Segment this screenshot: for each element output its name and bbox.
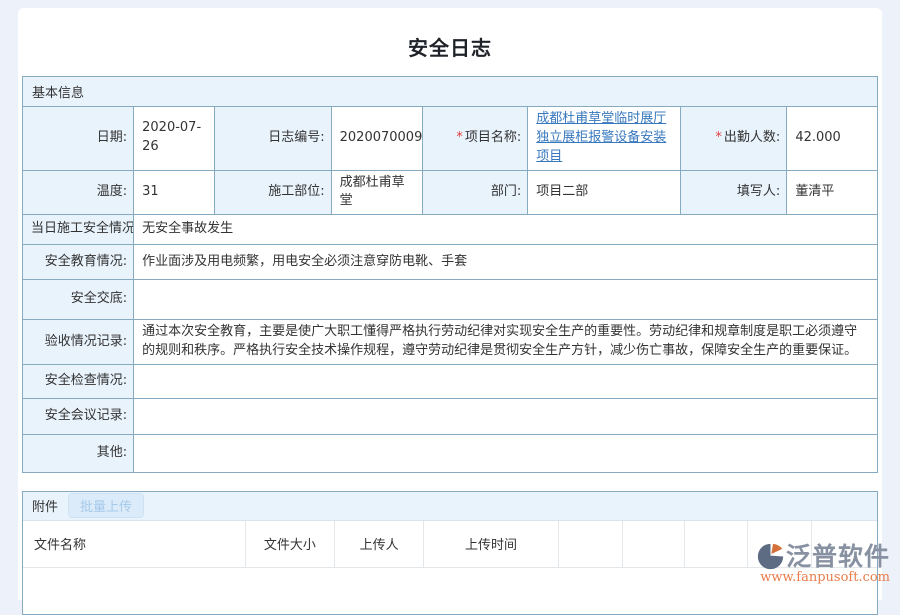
field-value-safety-education: 作业面涉及用电频繁，用电安全必须注意穿防电靴、手套: [134, 245, 878, 280]
field-label-attendance: *出勤人数:: [681, 107, 787, 171]
column-header-uploader: 上传人: [335, 521, 424, 568]
project-name-link[interactable]: 成都杜甫草堂临时展厅独立展柜报警设备安装项目: [536, 111, 666, 164]
table-row: 安全检查情况:: [23, 364, 878, 398]
field-label-project-text: 项目名称:: [465, 130, 521, 145]
column-header-upload-time: 上传时间: [424, 521, 559, 568]
field-label-safety-inspection: 安全检查情况:: [23, 364, 134, 398]
table-row: 验收情况记录: 通过本次安全教育，主要是使广大职工懂得严格执行劳动纪律对实现安全…: [23, 320, 878, 365]
content-panel: 安全日志 基本信息 日期: 2020-07-26 日志编号: 202007000…: [18, 8, 882, 600]
field-label-construction: 施工部位:: [215, 170, 331, 215]
field-label-filler: 填写人:: [681, 170, 787, 215]
field-label-acceptance-record: 验收情况记录:: [23, 320, 134, 365]
attachments-title: 附件: [32, 496, 58, 515]
field-label-date: 日期:: [23, 107, 134, 171]
section-header-row: 基本信息: [23, 77, 878, 107]
column-header-file-name: 文件名称: [23, 521, 245, 568]
field-label-temperature: 温度:: [23, 170, 134, 215]
field-label-project: *项目名称:: [423, 107, 528, 171]
attachments-header-bar: 附件 批量上传: [23, 492, 877, 521]
field-value-acceptance-record: 通过本次安全教育，主要是使广大职工懂得严格执行劳动纪律对实现安全生产的重要性。劳…: [134, 320, 878, 365]
table-row: 温度: 31 施工部位: 成都杜甫草堂 部门: 项目二部 填写人: 董清平: [23, 170, 878, 215]
attachments-empty-body: [23, 567, 877, 614]
attachments-column-header-row: 文件名称 文件大小 上传人 上传时间: [23, 521, 877, 568]
field-label-other: 其他:: [23, 434, 134, 472]
field-label-log-no: 日志编号:: [215, 107, 331, 171]
required-marker: *: [456, 130, 463, 145]
field-value-project: 成都杜甫草堂临时展厅独立展柜报警设备安装项目: [528, 107, 681, 171]
basic-info-table: 基本信息 日期: 2020-07-26 日志编号: 2020070009 *项目…: [22, 76, 878, 473]
attachments-empty-row: [23, 567, 877, 614]
batch-upload-button[interactable]: 批量上传: [68, 493, 144, 518]
field-label-department: 部门:: [423, 170, 528, 215]
field-label-safety-disclosure: 安全交底:: [23, 280, 134, 320]
section-title-basic-info: 基本信息: [23, 77, 878, 107]
column-header-file-size: 文件大小: [245, 521, 335, 568]
required-marker: *: [715, 130, 722, 145]
field-value-attendance: 42.000: [787, 107, 878, 171]
field-value-safety-disclosure: [134, 280, 878, 320]
table-row: 安全交底:: [23, 280, 878, 320]
field-value-construction: 成都杜甫草堂: [331, 170, 422, 215]
page-title: 安全日志: [18, 8, 882, 76]
table-row: 日期: 2020-07-26 日志编号: 2020070009 *项目名称: 成…: [23, 107, 878, 171]
field-label-attendance-text: 出勤人数:: [724, 130, 780, 145]
table-row: 安全教育情况: 作业面涉及用电频繁，用电安全必须注意穿防电靴、手套: [23, 245, 878, 280]
column-header-empty: [622, 521, 684, 568]
watermark-brand-line: 泛普软件: [757, 543, 890, 571]
field-label-safety-education: 安全教育情况:: [23, 245, 134, 280]
table-row: 安全会议记录:: [23, 398, 878, 434]
attachments-section: 附件 批量上传 文件名称 文件大小 上传人 上传时间: [22, 491, 878, 615]
column-header-empty: [558, 521, 622, 568]
field-value-safety-inspection: [134, 364, 878, 398]
field-value-department: 项目二部: [528, 170, 681, 215]
watermark-url: www.fanpusoft.com: [757, 570, 890, 585]
field-value-date: 2020-07-26: [134, 107, 215, 171]
field-value-daily-safety: 无安全事故发生: [134, 215, 878, 245]
column-header-empty: [685, 521, 747, 568]
field-label-daily-safety: 当日施工安全情况:: [23, 215, 134, 245]
field-value-other: [134, 434, 878, 472]
field-value-temperature: 31: [134, 170, 215, 215]
table-row: 其他:: [23, 434, 878, 472]
watermark-brand-text: 泛普软件: [786, 543, 890, 571]
field-value-log-no: 2020070009: [331, 107, 422, 171]
table-row: 当日施工安全情况: 无安全事故发生: [23, 215, 878, 245]
field-value-safety-meeting: [134, 398, 878, 434]
field-value-filler: 董清平: [787, 170, 878, 215]
field-label-safety-meeting: 安全会议记录:: [23, 398, 134, 434]
fanpu-logo-icon: [757, 543, 784, 570]
fanpu-watermark: 泛普软件 www.fanpusoft.com: [757, 543, 890, 585]
